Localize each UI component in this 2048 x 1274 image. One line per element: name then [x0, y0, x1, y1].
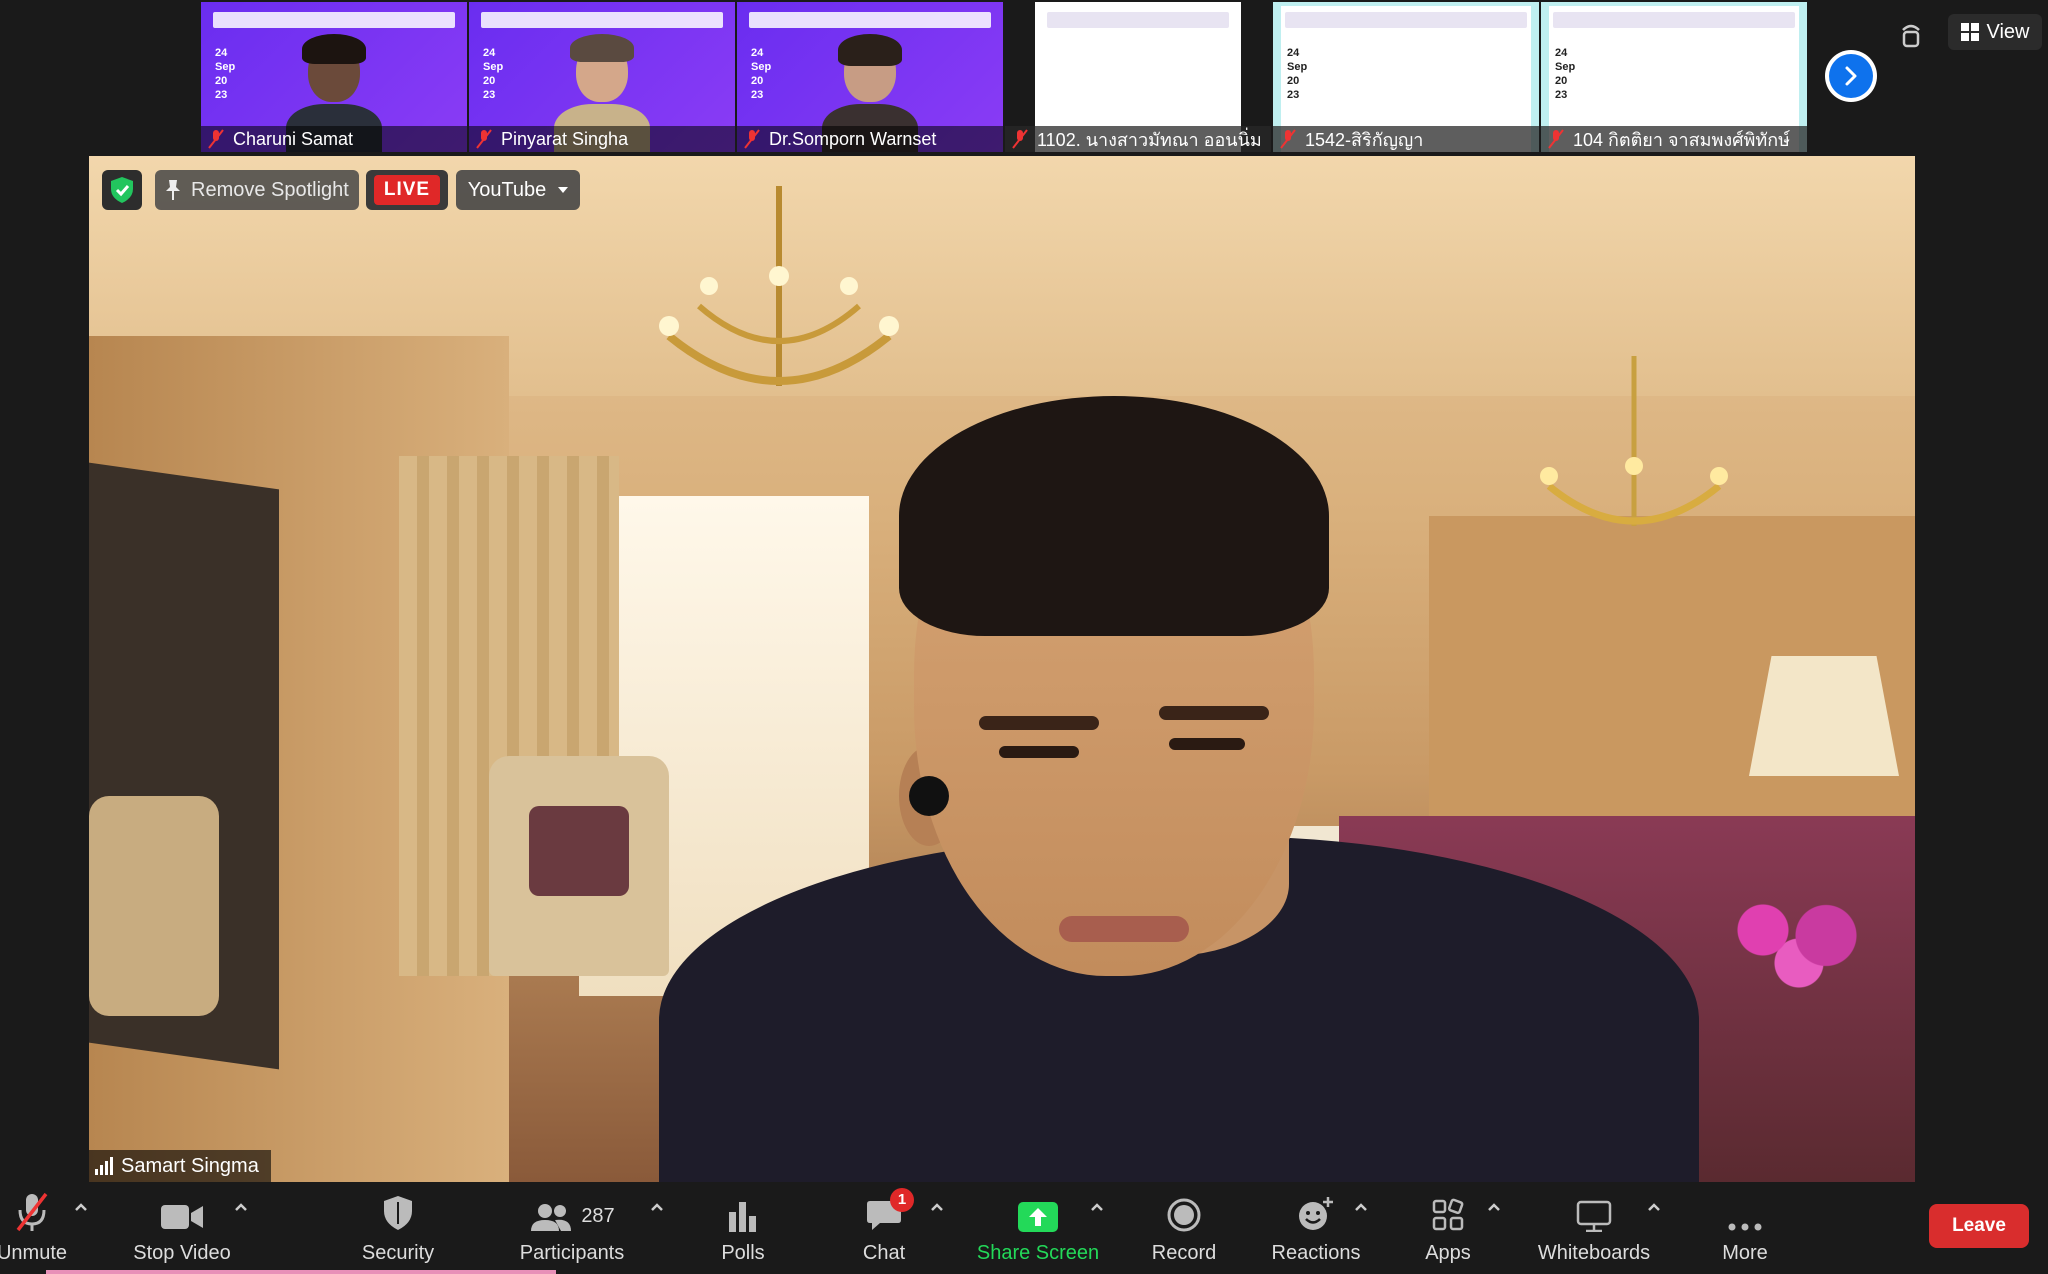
participant-tile[interactable]: 1102. นางสาวมัทณา ออนนิ่ม — [1005, 2, 1271, 152]
participant-tile[interactable]: 24 Sep 20 23 104 กิตติยา จาสมพงศ์พิทักษ์ — [1541, 2, 1807, 152]
taskbar-indicator — [46, 1270, 556, 1274]
apps-button[interactable]: Apps — [1412, 1182, 1484, 1274]
participant-name-bar: Dr.Somporn Warnset — [737, 126, 1003, 152]
security-label: Security — [361, 1242, 435, 1264]
security-button[interactable]: Security — [352, 1182, 444, 1274]
share-screen-button[interactable]: Share Screen — [976, 1182, 1100, 1274]
unread-badge: 1 — [890, 1188, 914, 1212]
participant-strip: 24 Sep 20 23 Charuni Samat 24 Sep 20 23 Pinyar… — [0, 0, 2048, 156]
stream-label: YouTube — [467, 178, 547, 201]
chevron-up-icon[interactable] — [1487, 1202, 1501, 1212]
participant-name-bar: 1102. นางสาวมัทณา ออนนิ่ม — [1005, 126, 1271, 152]
participant-tile[interactable]: 24 Sep 20 23 1542-สิริกัญญา — [1273, 2, 1539, 152]
participant-count: 287 — [581, 1205, 615, 1227]
chevron-right-icon — [1845, 66, 1857, 86]
apps-label: Apps — [1425, 1242, 1471, 1264]
participants-icon — [531, 1204, 572, 1231]
meeting-toolbar: Unmute Stop Video Security 287 Participa… — [0, 1182, 2048, 1274]
participants-label: Participants — [519, 1242, 625, 1264]
participant-name-bar: 1542-สิริกัญญา — [1273, 126, 1539, 152]
chevron-up-icon[interactable] — [650, 1202, 664, 1212]
caret-down-icon — [558, 187, 569, 193]
microphone-muted-icon — [743, 129, 761, 149]
unmute-button[interactable]: Unmute — [0, 1182, 72, 1274]
participant-name: 104 กิตติยา จาสมพงศ์พิทักษ์ — [1573, 129, 1791, 150]
reactions-button[interactable]: Reactions — [1270, 1182, 1362, 1274]
stop-video-button[interactable]: Stop Video — [126, 1182, 238, 1274]
live-label: LIVE — [373, 175, 441, 205]
slide-date: 24 Sep 20 23 — [1287, 47, 1308, 101]
participant-name: 1102. นางสาวมัทณา ออนนิ่ม — [1037, 129, 1262, 150]
slide-date: 24 Sep 20 23 — [483, 47, 504, 101]
youtube-stream-button[interactable]: YouTube — [456, 170, 580, 210]
polls-label: Polls — [721, 1242, 765, 1264]
more-button[interactable]: More — [1714, 1182, 1776, 1274]
whiteboards-button[interactable]: Whiteboards — [1534, 1182, 1654, 1274]
chevron-up-icon[interactable] — [1647, 1202, 1661, 1212]
microphone-muted-icon — [207, 129, 225, 149]
participant-tile[interactable]: 24 Sep 20 23 Dr.Somporn Warnset — [737, 2, 1003, 152]
chevron-up-icon[interactable] — [1090, 1202, 1104, 1212]
whiteboards-label: Whiteboards — [1537, 1242, 1651, 1264]
remove-spotlight-button[interactable]: Remove Spotlight — [155, 170, 359, 210]
view-button[interactable]: View — [1948, 14, 2042, 50]
chevron-up-icon[interactable] — [74, 1202, 88, 1212]
participants-button[interactable]: 287 Participants — [512, 1182, 632, 1274]
participant-tile[interactable]: 24 Sep 20 23 Charuni Samat — [201, 2, 467, 152]
whiteboard-icon — [1576, 1200, 1612, 1232]
leave-button[interactable]: Leave — [1929, 1204, 2029, 1248]
view-label: View — [1986, 20, 2030, 43]
microphone-muted-icon — [1547, 129, 1565, 149]
unmute-label: Unmute — [0, 1242, 68, 1264]
speaker-video — [519, 276, 1799, 1182]
slide-date: 24 Sep 20 23 — [1555, 47, 1576, 101]
video-camera-icon — [161, 1205, 203, 1229]
microphone-muted-icon — [16, 1192, 48, 1232]
participant-tile[interactable]: 24 Sep 20 23 Pinyarat Singha — [469, 2, 735, 152]
chat-label: Chat — [862, 1242, 906, 1264]
immersive-view-icon[interactable] — [1895, 18, 1927, 50]
microphone-muted-icon — [475, 129, 493, 149]
participant-name: Dr.Somporn Warnset — [769, 128, 937, 149]
participant-name-bar: 104 กิตติยา จาสมพงศ์พิทักษ์ — [1541, 126, 1807, 152]
live-indicator[interactable]: LIVE — [366, 170, 448, 210]
signal-strength-icon — [95, 1157, 113, 1175]
participant-name: Charuni Samat — [233, 128, 354, 149]
chevron-up-icon[interactable] — [234, 1202, 248, 1212]
speaker-name: Samart Singma — [121, 1154, 259, 1177]
polls-button[interactable]: Polls — [708, 1182, 778, 1274]
remove-spotlight-label: Remove Spotlight — [191, 178, 349, 201]
more-icon — [1728, 1223, 1762, 1231]
stop-video-label: Stop Video — [133, 1242, 231, 1264]
spotlight-video[interactable] — [89, 156, 1915, 1182]
next-page-button[interactable] — [1825, 50, 1877, 102]
chat-button[interactable]: 1 Chat — [852, 1182, 916, 1274]
pin-icon — [166, 180, 180, 200]
apps-icon — [1432, 1198, 1464, 1231]
participant-name: Pinyarat Singha — [501, 128, 629, 149]
chevron-up-icon[interactable] — [1354, 1202, 1368, 1212]
microphone-muted-icon — [1279, 129, 1297, 149]
slide-date: 24 Sep 20 23 — [751, 47, 772, 101]
shield-icon — [384, 1196, 412, 1230]
participant-name: 1542-สิริกัญญา — [1305, 129, 1424, 150]
slide-date: 24 Sep 20 23 — [215, 47, 236, 101]
microphone-muted-icon — [1011, 129, 1029, 149]
chevron-up-icon[interactable] — [930, 1202, 944, 1212]
reactions-label: Reactions — [1271, 1242, 1361, 1264]
encryption-shield-button[interactable] — [102, 170, 142, 210]
participant-name-bar: Pinyarat Singha — [469, 126, 735, 152]
share-screen-icon — [1018, 1202, 1058, 1232]
more-label: More — [1722, 1242, 1768, 1264]
speaker-name-bar: Samart Singma — [89, 1150, 271, 1182]
shield-check-icon — [111, 177, 133, 203]
polls-icon — [729, 1202, 756, 1232]
participant-name-bar: Charuni Samat — [201, 126, 467, 152]
record-icon — [1167, 1198, 1201, 1232]
record-button[interactable]: Record — [1144, 1182, 1224, 1274]
share-screen-label: Share Screen — [976, 1242, 1100, 1264]
record-label: Record — [1151, 1242, 1217, 1264]
grid-icon — [1960, 23, 1979, 41]
reactions-icon — [1299, 1197, 1333, 1230]
